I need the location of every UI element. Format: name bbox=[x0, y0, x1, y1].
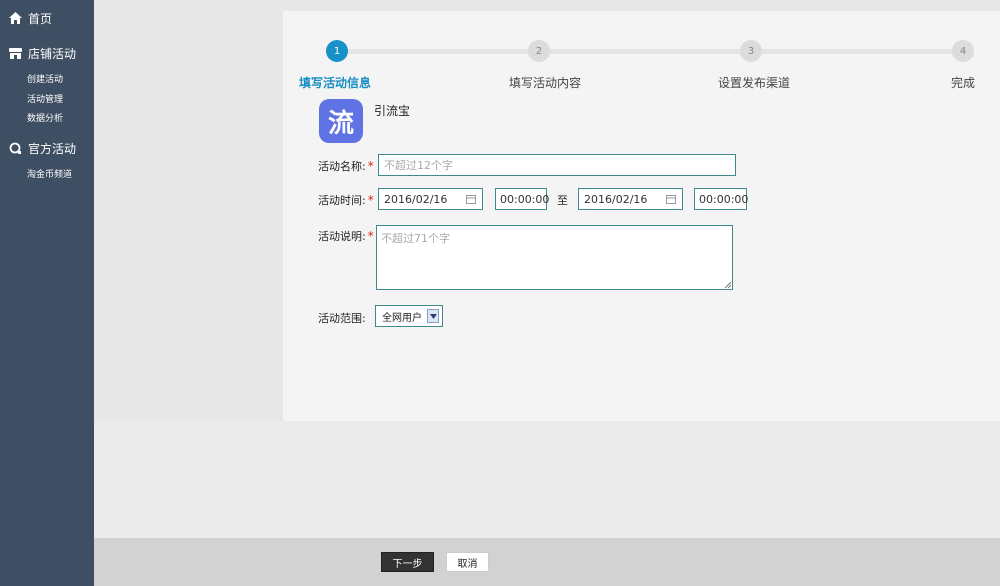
stepper-track bbox=[337, 49, 962, 54]
required-mark: * bbox=[367, 159, 374, 173]
required-mark: * bbox=[367, 229, 374, 243]
activity-scope-label: 活动范围: bbox=[318, 312, 366, 325]
sidebar-item-taojinbi[interactable]: 淘金币频道 bbox=[27, 167, 72, 180]
nav-home-label: 首页 bbox=[28, 11, 53, 26]
store-icon bbox=[9, 48, 22, 59]
home-icon bbox=[9, 12, 22, 24]
activity-desc-label: 活动说明: * bbox=[318, 229, 374, 243]
step-4-circle: 4 bbox=[952, 40, 974, 62]
required-mark: * bbox=[367, 193, 374, 207]
activity-desc-textarea[interactable]: 不超过71个字 bbox=[376, 225, 733, 290]
calendar-icon[interactable] bbox=[666, 194, 676, 204]
step-4-label: 完成 bbox=[951, 76, 976, 90]
start-date-input[interactable]: 2016/02/16 bbox=[378, 188, 483, 210]
sidebar-item-manage[interactable]: 活动管理 bbox=[27, 92, 63, 105]
nav-official-activity[interactable]: 官方活动 bbox=[9, 138, 76, 158]
step-2-circle: 2 bbox=[528, 40, 550, 62]
step-3-label: 设置发布渠道 bbox=[718, 76, 791, 90]
to-label: 至 bbox=[557, 194, 568, 207]
activity-name-label: 活动名称: * bbox=[318, 159, 374, 173]
nav-official-label: 官方活动 bbox=[28, 141, 77, 156]
calendar-icon[interactable] bbox=[466, 194, 476, 204]
scope-selected-value: 全网用户 bbox=[382, 312, 422, 324]
nav-store-label: 店铺活动 bbox=[28, 46, 77, 61]
app-name: 引流宝 bbox=[374, 104, 411, 118]
activity-name-input[interactable]: 不超过12个字 bbox=[378, 154, 736, 176]
step-3-circle: 3 bbox=[740, 40, 762, 62]
cancel-button[interactable]: 取消 bbox=[446, 552, 489, 572]
footer-bar bbox=[94, 538, 1000, 586]
end-date-value: 2016/02/16 bbox=[584, 192, 648, 206]
app-icon: 流 bbox=[319, 99, 363, 143]
sidebar-item-create[interactable]: 创建活动 bbox=[27, 72, 63, 85]
step-1-label: 填写活动信息 bbox=[299, 76, 372, 90]
step-1-circle: 1 bbox=[326, 40, 348, 62]
end-date-input[interactable]: 2016/02/16 bbox=[578, 188, 683, 210]
activity-scope-select[interactable]: 全网用户 bbox=[375, 305, 443, 327]
resize-grip-icon[interactable] bbox=[724, 281, 731, 288]
activity-time-label: 活动时间: * bbox=[318, 193, 374, 207]
nav-home[interactable]: 首页 bbox=[9, 8, 52, 28]
main-panel bbox=[283, 11, 1000, 421]
step-2-label: 填写活动内容 bbox=[509, 76, 582, 90]
sidebar: 首页 店铺活动 创建活动 活动管理 数据分析 官方活动 淘金币频道 bbox=[0, 0, 94, 586]
nav-store-activity[interactable]: 店铺活动 bbox=[9, 43, 76, 63]
content-background bbox=[94, 421, 1000, 538]
sidebar-item-analytics[interactable]: 数据分析 bbox=[27, 111, 63, 124]
desc-placeholder: 不超过71个字 bbox=[381, 232, 450, 245]
start-date-value: 2016/02/16 bbox=[384, 192, 448, 206]
official-icon bbox=[9, 142, 21, 154]
start-time-input[interactable]: 00:00:00 bbox=[495, 188, 549, 210]
next-step-button[interactable]: 下一步 bbox=[381, 552, 434, 572]
end-time-input[interactable]: 00:00:00 bbox=[694, 188, 748, 210]
chevron-down-icon[interactable] bbox=[427, 309, 439, 323]
